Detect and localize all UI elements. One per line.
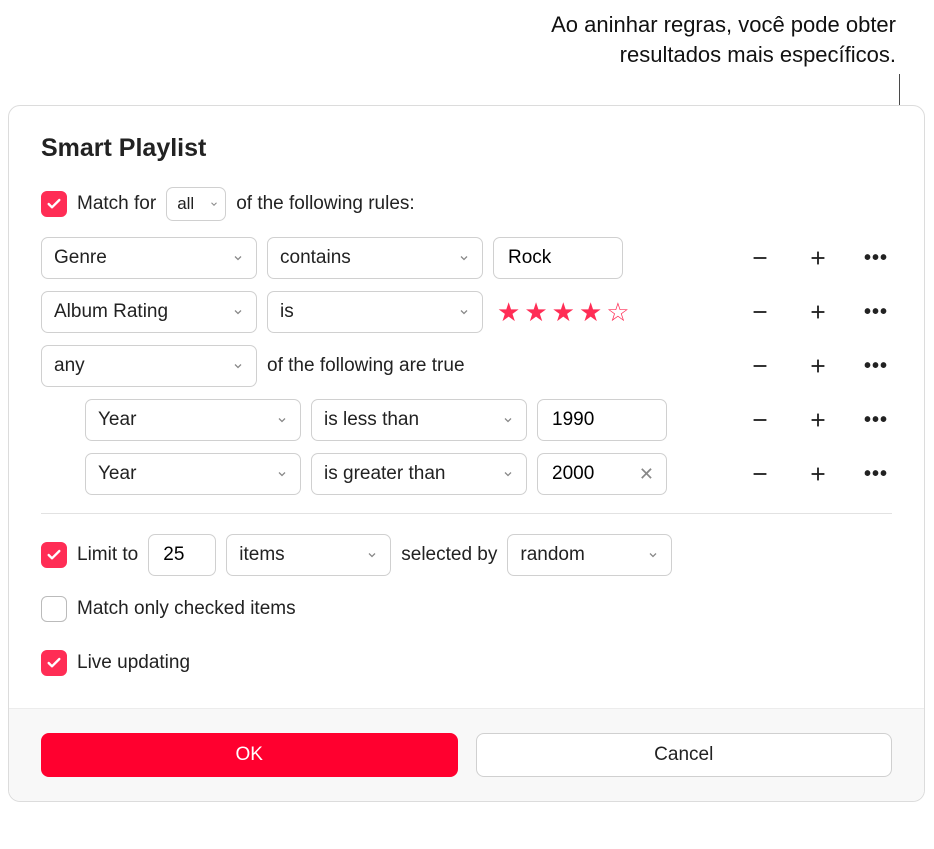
rule-more-button[interactable]: ••• <box>860 458 892 490</box>
remove-rule-button[interactable] <box>744 404 776 436</box>
live-updating-checkbox[interactable] <box>41 650 67 676</box>
rule-op-select[interactable]: is <box>267 291 483 333</box>
rule-op-value: is <box>280 301 294 323</box>
rating-stars[interactable]: ★ ★ ★ ★ ☆ <box>493 297 630 328</box>
rule-row: Genre contains ••• <box>41 237 892 279</box>
group-mode-value: any <box>54 355 85 377</box>
rule-field-select[interactable]: Album Rating <box>41 291 257 333</box>
callout-text: Ao aninhar regras, você pode obter resul… <box>551 10 896 69</box>
limit-by-label: selected by <box>401 544 497 566</box>
remove-rule-button[interactable] <box>744 350 776 382</box>
star-filled-icon[interactable]: ★ <box>552 297 575 328</box>
add-rule-button[interactable] <box>802 404 834 436</box>
clear-input-icon[interactable]: ✕ <box>639 464 654 485</box>
rule-row: Album Rating is ★ ★ ★ ★ ☆ ••• <box>41 291 892 333</box>
ok-button[interactable]: OK <box>41 733 458 777</box>
star-filled-icon[interactable]: ★ <box>497 297 520 328</box>
smart-playlist-dialog: Smart Playlist Match for all of the foll… <box>8 105 925 802</box>
add-rule-button[interactable] <box>802 242 834 274</box>
rule-value-input[interactable] <box>493 237 623 279</box>
rule-op-value: is less than <box>324 409 419 431</box>
rule-field-value: Album Rating <box>54 301 168 323</box>
rule-field-select[interactable]: Genre <box>41 237 257 279</box>
divider <box>41 513 892 514</box>
rule-field-select[interactable]: Year <box>85 399 301 441</box>
match-mode-select[interactable]: all <box>166 187 226 221</box>
rule-field-select[interactable]: Year <box>85 453 301 495</box>
star-empty-icon[interactable]: ☆ <box>606 297 629 328</box>
match-checkbox[interactable] <box>41 191 67 217</box>
group-mode-select[interactable]: any <box>41 345 257 387</box>
add-rule-button[interactable] <box>802 350 834 382</box>
live-updating-label: Live updating <box>77 652 190 674</box>
rule-op-select[interactable]: contains <box>267 237 483 279</box>
rule-value-field[interactable] <box>550 408 654 432</box>
limit-prefix: Limit to <box>77 544 138 566</box>
rule-value-input[interactable]: ✕ <box>537 453 667 495</box>
match-row: Match for all of the following rules: <box>41 183 892 225</box>
remove-rule-button[interactable] <box>744 242 776 274</box>
callout-line1: Ao aninhar regras, você pode obter <box>551 12 896 37</box>
limit-row: Limit to items selected by random <box>41 534 892 576</box>
remove-rule-button[interactable] <box>744 296 776 328</box>
match-only-checked-label: Match only checked items <box>77 598 296 620</box>
rule-more-button[interactable]: ••• <box>860 404 892 436</box>
group-suffix: of the following are true <box>267 355 465 377</box>
match-only-checked-row: Match only checked items <box>41 588 892 630</box>
limit-count-field[interactable] <box>161 543 203 567</box>
nested-rule-row: Year is less than ••• <box>85 399 892 441</box>
add-rule-button[interactable] <box>802 458 834 490</box>
limit-by-select[interactable]: random <box>507 534 672 576</box>
limit-unit-select[interactable]: items <box>226 534 391 576</box>
rule-op-select[interactable]: is less than <box>311 399 527 441</box>
match-mode-value: all <box>177 194 194 214</box>
callout-line2: resultados mais específicos. <box>620 42 896 67</box>
dialog-footer: OK Cancel <box>9 708 924 801</box>
rule-value-field[interactable] <box>506 246 610 270</box>
rule-value-input[interactable] <box>537 399 667 441</box>
cancel-button[interactable]: Cancel <box>476 733 893 777</box>
dialog-title: Smart Playlist <box>41 134 892 163</box>
rule-value-field[interactable] <box>550 462 639 486</box>
match-suffix: of the following rules: <box>236 193 415 215</box>
remove-rule-button[interactable] <box>744 458 776 490</box>
match-prefix: Match for <box>77 193 156 215</box>
rule-op-value: is greater than <box>324 463 445 485</box>
live-updating-row: Live updating <box>41 642 892 684</box>
star-filled-icon[interactable]: ★ <box>524 297 547 328</box>
rule-more-button[interactable]: ••• <box>860 350 892 382</box>
limit-count-input[interactable] <box>148 534 216 576</box>
match-only-checked-checkbox[interactable] <box>41 596 67 622</box>
limit-unit-value: items <box>239 544 284 566</box>
rule-field-value: Year <box>98 463 136 485</box>
star-filled-icon[interactable]: ★ <box>579 297 602 328</box>
rule-op-value: contains <box>280 247 351 269</box>
rule-op-select[interactable]: is greater than <box>311 453 527 495</box>
add-rule-button[interactable] <box>802 296 834 328</box>
rule-field-value: Genre <box>54 247 107 269</box>
rule-more-button[interactable]: ••• <box>860 242 892 274</box>
rule-more-button[interactable]: ••• <box>860 296 892 328</box>
limit-by-value: random <box>520 544 584 566</box>
nested-rule-row: Year is greater than ✕ ••• <box>85 453 892 495</box>
rule-field-value: Year <box>98 409 136 431</box>
limit-checkbox[interactable] <box>41 542 67 568</box>
group-row: any of the following are true ••• <box>41 345 892 387</box>
